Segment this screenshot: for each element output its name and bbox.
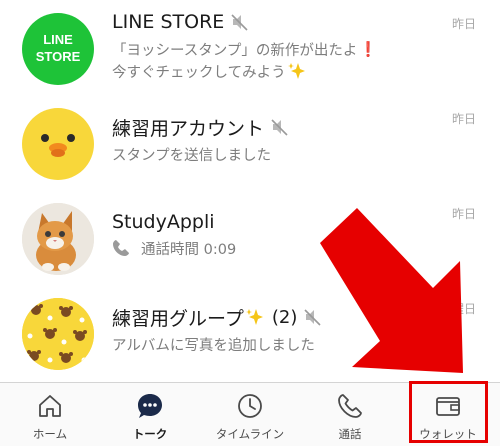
chat-list: LINE STORE LINE STORE 昨日 「ヨッシースタンプ」の新作が出… [0,0,500,382]
chat-preview: 通話時間 0:09 [112,237,236,259]
kitten-icon [22,203,94,275]
talk-bubble-icon [138,394,162,418]
chat-name: 練習用グループ [112,307,244,330]
chat-name: StudyAppli [112,211,215,233]
phone-call-icon [113,240,129,256]
preview-line1: 「ヨッシースタンプ」の新作が出たよ [112,42,358,59]
preview-line1: 通話時間 0:09 [141,241,237,258]
member-count: (2) [271,306,298,328]
chat-row-line-store[interactable]: LINE STORE LINE STORE 昨日 「ヨッシースタンプ」の新作が出… [0,0,500,95]
tab-home[interactable]: ホーム [0,383,100,447]
yellow-chick-avatar [22,108,94,180]
exclamation-emoji: ❗ [359,41,378,58]
preview-line1: スタンプを送信しました [112,147,272,164]
line-store-avatar: LINE STORE [22,13,94,85]
chick-face-icon [41,134,75,157]
chat-row-practice-account[interactable]: 練習用アカウント 昨日 スタンプを送信しました [0,95,500,190]
sparkles-icon [287,63,305,79]
mute-icon [304,309,321,326]
tab-calls[interactable]: 通話 [300,383,400,447]
kitten-photo-avatar [22,203,94,275]
line-store-avatar-text: LINE STORE [22,31,94,65]
home-icon [39,395,61,417]
sparkles-icon [245,309,263,325]
avatar-text-line2: STORE [35,49,81,64]
mute-icon [231,14,248,31]
bear-pattern-icon [22,298,94,370]
bear-pattern-avatar [22,298,94,370]
chat-preview: スタンプを送信しました [112,143,271,165]
chat-time: 昨日 [451,207,476,221]
tab-label: ホーム [32,427,68,441]
chat-time: 火曜日 [439,302,476,316]
tab-timeline[interactable]: タイムライン [200,383,300,447]
tab-label: 通話 [338,427,362,441]
wallet-highlight-box [409,381,488,443]
mute-icon [271,119,288,136]
chat-preview: 「ヨッシースタンプ」の新作が出たよ ❗ 今すぐチェックしてみよう [112,38,377,82]
chat-name: 練習用アカウント [112,117,265,140]
avatar-text-line1: LINE [43,32,73,47]
preview-line2: 今すぐチェックしてみよう [112,64,286,81]
tab-label: トーク [132,427,168,441]
chat-preview: アルバムに写真を追加しました [112,333,315,355]
chat-row-practice-group[interactable]: 練習用グループ (2) 火曜日 アルバムに写真を追加しました [0,285,500,380]
chat-time: 昨日 [451,17,476,31]
clock-icon [238,394,262,418]
chat-row-studyappli[interactable]: StudyAppli 昨日 通話時間 0:09 [0,190,500,285]
tab-label: タイムライン [215,427,285,441]
tab-talk[interactable]: トーク [100,383,200,447]
chat-time: 昨日 [451,112,476,126]
preview-line1: アルバムに写真を追加しました [112,337,315,354]
phone-icon [338,394,362,418]
chat-name: LINE STORE [112,11,225,33]
